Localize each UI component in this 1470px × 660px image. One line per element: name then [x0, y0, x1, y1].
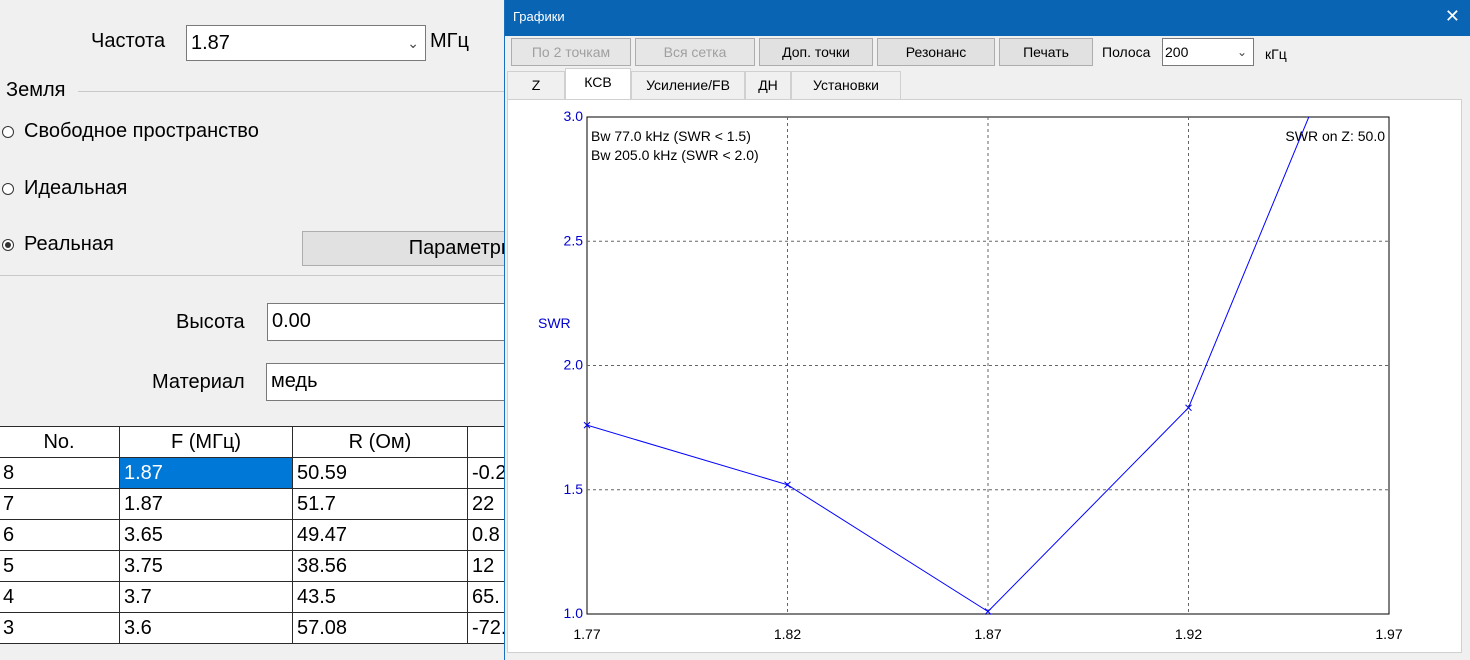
tab-z[interactable]: Z	[507, 71, 565, 99]
material-label: Материал	[152, 371, 245, 393]
table-cell[interactable]: 1.87	[119, 457, 293, 489]
radio-label: Свободное пространство	[24, 120, 259, 142]
results-table: No. F (МГц) R (Ом) 8 1.87 50.59 -0.2 7 1.87 51…	[0, 426, 557, 644]
radio-indicator[interactable]	[2, 182, 14, 195]
x-tick-label: 1.97	[1375, 626, 1402, 642]
x-tick-label: 1.87	[974, 626, 1001, 642]
table-row[interactable]: 3 3.6 57.08 -72.	[0, 612, 557, 644]
tab-pattern[interactable]: ДН	[745, 71, 791, 99]
table-cell[interactable]: 4	[0, 581, 120, 613]
x-tick-label: 1.77	[573, 626, 600, 642]
table-row[interactable]: 6 3.65 49.47 0.8	[0, 519, 557, 551]
ground-group-label: Земля	[6, 79, 66, 101]
frequency-unit: МГц	[430, 30, 469, 52]
table-cell[interactable]: 5	[0, 550, 120, 582]
table-cell[interactable]: 57.08	[292, 612, 468, 644]
y-axis-label: SWR	[538, 315, 571, 331]
swr-reference-note: SWR on Z: 50.0	[1285, 128, 1385, 144]
table-row[interactable]: 4 3.7 43.5 65.	[0, 581, 557, 613]
plot-area: 1.77 1.82 1.87 1.92 1.97 1.0 1.5 2.0 2.5 3.0 SWR Bw…	[507, 99, 1462, 653]
band-value: 200	[1165, 44, 1189, 60]
swr-chart: 1.77 1.82 1.87 1.92 1.97 1.0 1.5 2.0 2.5 3.0 SWR Bw…	[538, 108, 1403, 642]
graphs-titlebar[interactable]: Графики ✕	[505, 0, 1470, 36]
material-input[interactable]: медь	[266, 363, 516, 401]
extra-points-button[interactable]: Доп. точки	[759, 38, 873, 66]
table-cell[interactable]: 3.75	[119, 550, 293, 582]
radio-real[interactable]: Реальная	[2, 233, 114, 256]
chevron-down-icon[interactable]: ⌄	[407, 26, 419, 60]
table-cell[interactable]: 8	[0, 457, 120, 489]
height-input[interactable]: 0.00	[267, 303, 517, 341]
height-label: Высота	[176, 311, 245, 333]
group-divider	[78, 91, 508, 92]
column-header[interactable]: R (Ом)	[292, 426, 468, 458]
column-header[interactable]: No.	[0, 426, 120, 458]
radio-indicator[interactable]	[2, 125, 14, 138]
y-tick-label: 2.0	[564, 357, 584, 373]
column-header[interactable]: F (МГц)	[119, 426, 293, 458]
table-cell[interactable]: 49.47	[292, 519, 468, 551]
graphs-window: Графики ✕ По 2 точкам Вся сетка Доп. точ…	[504, 0, 1470, 660]
table-cell[interactable]: 3.65	[119, 519, 293, 551]
x-tick-label: 1.92	[1175, 626, 1202, 642]
y-tick-label: 3.0	[564, 108, 584, 124]
table-row[interactable]: 8 1.87 50.59 -0.2	[0, 457, 557, 489]
table-cell[interactable]: 43.5	[292, 581, 468, 613]
y-tick-label: 1.5	[564, 481, 584, 497]
radio-free-space[interactable]: Свободное пространство	[2, 120, 259, 143]
print-button[interactable]: Печать	[999, 38, 1093, 66]
table-cell[interactable]: 6	[0, 519, 120, 551]
frequency-label: Частота	[91, 30, 166, 52]
swr-data-point	[784, 481, 791, 489]
bandwidth-annotation: Bw 77.0 kHz (SWR < 1.5)	[591, 128, 751, 144]
frequency-combobox[interactable]: 1.87 ⌄	[186, 25, 426, 61]
table-cell[interactable]: 3.7	[119, 581, 293, 613]
tab-swr[interactable]: КСВ	[565, 68, 631, 99]
chevron-down-icon[interactable]: ⌄	[1237, 39, 1247, 65]
table-cell[interactable]: 51.7	[292, 488, 468, 520]
radio-label: Идеальная	[24, 177, 128, 199]
table-header-row: No. F (МГц) R (Ом)	[0, 426, 557, 458]
close-icon[interactable]: ✕	[1445, 6, 1460, 27]
tab-gain-fb[interactable]: Усиление/FB	[631, 71, 745, 99]
bandwidth-annotation: Bw 205.0 kHz (SWR < 2.0)	[591, 147, 759, 163]
table-cell[interactable]: 1.87	[119, 488, 293, 520]
table-cell[interactable]: 50.59	[292, 457, 468, 489]
band-combobox[interactable]: 200 ⌄	[1162, 38, 1254, 66]
x-tick-label: 1.82	[774, 626, 801, 642]
band-label: Полоса	[1102, 44, 1151, 60]
whole-grid-button[interactable]: Вся сетка	[635, 38, 755, 66]
frequency-value: 1.87	[191, 32, 230, 54]
radio-label: Реальная	[24, 233, 114, 255]
radio-ideal[interactable]: Идеальная	[2, 177, 127, 200]
y-tick-label: 1.0	[564, 605, 584, 621]
swr-series-line	[587, 117, 1310, 613]
band-unit: кГц	[1265, 46, 1287, 62]
resonance-button[interactable]: Резонанс	[877, 38, 995, 66]
table-cell[interactable]: 7	[0, 488, 120, 520]
by-two-points-button[interactable]: По 2 точкам	[511, 38, 631, 66]
table-row[interactable]: 7 1.87 51.7 22	[0, 488, 557, 520]
table-row[interactable]: 5 3.75 38.56 12	[0, 550, 557, 582]
table-cell[interactable]: 3	[0, 612, 120, 644]
table-cell[interactable]: 3.6	[119, 612, 293, 644]
table-cell[interactable]: 38.56	[292, 550, 468, 582]
window-title: Графики	[513, 9, 565, 24]
y-tick-label: 2.5	[564, 232, 584, 248]
group-bottom-divider	[0, 275, 508, 276]
tab-settings[interactable]: Установки	[791, 71, 901, 99]
radio-indicator-selected[interactable]	[2, 238, 14, 251]
